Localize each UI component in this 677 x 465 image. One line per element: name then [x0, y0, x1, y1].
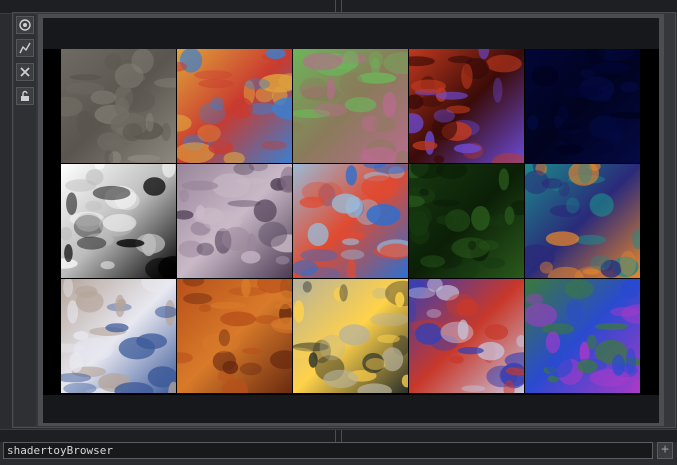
lock-icon [21, 90, 29, 101]
shader-gallery-grid [61, 49, 641, 395]
eye-icon [19, 19, 31, 31]
lock-button[interactable] [16, 87, 34, 105]
close-button[interactable] [16, 63, 34, 81]
tile-blue-smoke-balls[interactable] [61, 279, 176, 393]
bottom-panel-strip [0, 429, 677, 442]
pulse-icon [19, 42, 31, 54]
wiring-button[interactable] [16, 39, 34, 57]
add-pane-button[interactable]: + [657, 442, 673, 459]
side-toolbar [14, 14, 36, 426]
tile-white-crack-pattern[interactable] [61, 164, 176, 278]
tile-gray-noise[interactable] [61, 49, 176, 163]
tile-rainbow-blob[interactable] [293, 164, 408, 278]
panel-divider[interactable] [341, 430, 342, 442]
tile-metallic-purple[interactable] [177, 164, 292, 278]
tile-teal-orange-veins[interactable] [525, 164, 640, 278]
tile-psychedelic-swirl[interactable] [177, 49, 292, 163]
tile-glowing-ember[interactable] [293, 279, 408, 393]
tile-red-fire-nebula[interactable] [409, 49, 524, 163]
viewer-active-button[interactable] [16, 16, 34, 34]
close-icon [20, 67, 30, 77]
tile-dark-navy[interactable] [525, 49, 640, 163]
panel-divider[interactable] [335, 430, 336, 442]
node-path-field[interactable]: shadertoyBrowser [3, 442, 653, 459]
tile-liquid-marble[interactable] [293, 49, 408, 163]
tile-color-confetti[interactable] [525, 279, 640, 393]
tile-dark-green[interactable] [409, 164, 524, 278]
tile-circuit-maze[interactable] [409, 279, 524, 393]
tile-orange-marble[interactable] [177, 279, 292, 393]
